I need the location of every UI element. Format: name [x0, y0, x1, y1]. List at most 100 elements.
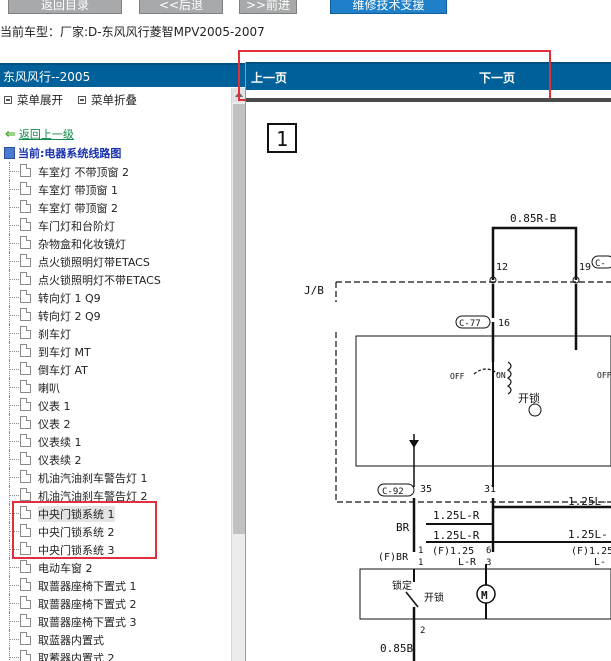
left-panel-header: 东风风行--2005: [0, 63, 245, 87]
tree-item[interactable]: 车室灯 带顶窗 1: [0, 180, 232, 198]
tree-items: 车室灯 不带顶窗 2 车室灯 带顶窗 1 车室灯 带顶窗 2 车门灯和台阶灯 杂物盒和化…: [0, 162, 232, 661]
tree-item-label[interactable]: 刹车灯: [38, 326, 71, 342]
document-icon: [20, 650, 31, 661]
tree-guide: [9, 657, 19, 658]
tree-item[interactable]: 机油汽油刹车警告灯 1: [0, 468, 232, 486]
tree-item[interactable]: 刹车灯: [0, 324, 232, 342]
document-icon: [20, 416, 31, 429]
tree-item[interactable]: 车门灯和台阶灯: [0, 216, 232, 234]
svg-text:1.25L-: 1.25L-: [568, 528, 608, 541]
tree-item-label[interactable]: 仪表 1: [38, 398, 71, 414]
tree-item[interactable]: 仪表续 1: [0, 432, 232, 450]
tree-item[interactable]: 取蓄器内置式 2: [0, 648, 232, 661]
tree-item[interactable]: 仪表 1: [0, 396, 232, 414]
svg-text:1.25L-: 1.25L-: [568, 495, 608, 508]
document-icon: [20, 452, 31, 465]
tree-guide: [9, 567, 19, 568]
tree-item[interactable]: 取蔷器座椅下置式 2: [0, 594, 232, 612]
tree-item-label[interactable]: 喇叭: [38, 380, 60, 396]
tree-item-label[interactable]: 机油汽油刹车警告灯 1: [38, 470, 148, 486]
tree-item[interactable]: 取蓝器内置式: [0, 630, 232, 648]
document-icon: [20, 434, 31, 447]
tree-item-label[interactable]: 取蔷器座椅下置式 1: [38, 578, 137, 594]
tree-item-label[interactable]: 点火锁照明灯带ETACS: [38, 254, 150, 270]
document-icon: [20, 272, 31, 285]
tree-item[interactable]: 点火锁照明灯不带ETACS: [0, 270, 232, 288]
tree-item[interactable]: 车室灯 带顶窗 2: [0, 198, 232, 216]
tree-guide: [9, 297, 19, 298]
tree-item-label[interactable]: 车室灯 带顶窗 2: [38, 200, 118, 216]
tech-support-button[interactable]: 维修技术支援: [330, 0, 447, 14]
tree-item[interactable]: 点火锁照明灯带ETACS: [0, 252, 232, 270]
tree-guide: [9, 333, 19, 334]
back-up-row[interactable]: ⇐ 返回上一级: [5, 126, 74, 142]
top-toolbar: 返回目录 <<后退 >>前进 维修技术支援: [0, 0, 611, 18]
tree-item[interactable]: 到车灯 MT: [0, 342, 232, 360]
tree-item-label[interactable]: 仪表续 1: [38, 434, 82, 450]
tree-guide: [9, 279, 19, 280]
tree-guide: [9, 648, 10, 661]
tree-guide: [9, 351, 19, 352]
tree-item-label[interactable]: 取蔷器座椅下置式 3: [38, 614, 137, 630]
svg-text:C-: C-: [595, 259, 606, 269]
svg-text:31: 31: [484, 484, 496, 495]
back-up-link[interactable]: 返回上一级: [19, 128, 74, 141]
tree-item[interactable]: 车室灯 不带顶窗 2: [0, 162, 232, 180]
document-icon: [20, 488, 31, 501]
tree-item-label[interactable]: 杂物盒和化妆镜灯: [38, 236, 126, 252]
tree-item-label[interactable]: 倒车灯 AT: [38, 362, 88, 378]
svg-text:BR: BR: [396, 521, 410, 534]
tree-item[interactable]: 取蔷器座椅下置式 3: [0, 612, 232, 630]
document-icon: [20, 182, 31, 195]
tree-item-label[interactable]: 仪表 2: [38, 416, 71, 432]
tree-guide: [9, 261, 19, 262]
tree-item[interactable]: 喇叭: [0, 378, 232, 396]
document-icon: [20, 632, 31, 645]
tree-item[interactable]: 仪表 2: [0, 414, 232, 432]
tree-view: ⇐ 返回上一级 当前:电器系统线路图 车室灯 不带顶窗 2 车室灯 带顶窗 1 车室灯…: [0, 122, 232, 661]
svg-text:C-92: C-92: [382, 487, 404, 497]
tree-item[interactable]: 倒车灯 AT: [0, 360, 232, 378]
tree-item-label[interactable]: 取蓝器内置式: [38, 632, 104, 648]
tree-item-label[interactable]: 取蔷器座椅下置式 2: [38, 596, 137, 612]
tree-guide: [9, 585, 19, 586]
tree-item-label[interactable]: 车室灯 不带顶窗 2: [38, 164, 129, 180]
forward-button[interactable]: >>前进: [239, 0, 297, 14]
document-icon: [20, 596, 31, 609]
back-arrow-icon: ⇐: [5, 127, 16, 142]
back-button[interactable]: <<后退: [139, 0, 223, 14]
menu-expand-button[interactable]: 菜单展开: [4, 92, 63, 108]
svg-text:(F)1.25: (F)1.25: [432, 546, 474, 557]
tree-item-label[interactable]: 取蓄器内置式 2: [38, 650, 115, 661]
document-icon: [20, 290, 31, 303]
menu-expand-label: 菜单展开: [17, 93, 63, 107]
document-icon: [20, 578, 31, 591]
tree-item[interactable]: 转向灯 1 Q9: [0, 288, 232, 306]
tree-item-label[interactable]: 电动车窗 2: [38, 560, 93, 576]
svg-text:锁定: 锁定: [392, 579, 412, 592]
tree-guide: [9, 639, 19, 640]
diagram-viewer: 1 0.85R-B 12 19 C- J/B C-77 16 OFF ON OF…: [246, 98, 611, 661]
tree-item[interactable]: 仪表续 2: [0, 450, 232, 468]
tree-item-label[interactable]: 车室灯 带顶窗 1: [38, 182, 118, 198]
tree-item-label[interactable]: 转向灯 1 Q9: [38, 290, 101, 306]
document-icon: [20, 308, 31, 321]
tree-item[interactable]: 杂物盒和化妆镜灯: [0, 234, 232, 252]
tree-guide: [9, 621, 19, 622]
tree-guide: [9, 171, 19, 172]
tree-scrollbar[interactable]: [231, 88, 246, 661]
tree-item-label[interactable]: 点火锁照明灯不带ETACS: [38, 272, 161, 288]
scroll-thumb[interactable]: [233, 104, 245, 534]
tree-item-label[interactable]: 车门灯和台阶灯: [38, 218, 115, 234]
tree-item-label[interactable]: 转向灯 2 Q9: [38, 308, 101, 324]
svg-text:ON: ON: [496, 371, 506, 380]
tree-item-label[interactable]: 到车灯 MT: [38, 344, 91, 360]
tree-item-label[interactable]: 仪表续 2: [38, 452, 82, 468]
svg-text:开锁: 开锁: [424, 591, 444, 604]
tree-item[interactable]: 转向灯 2 Q9: [0, 306, 232, 324]
back-to-catalog-button[interactable]: 返回目录: [8, 0, 122, 14]
tree-item[interactable]: 电动车窗 2: [0, 558, 232, 576]
menu-collapse-button[interactable]: 菜单折叠: [78, 92, 137, 108]
svg-text:开锁: 开锁: [518, 391, 540, 405]
tree-item[interactable]: 取蔷器座椅下置式 1: [0, 576, 232, 594]
